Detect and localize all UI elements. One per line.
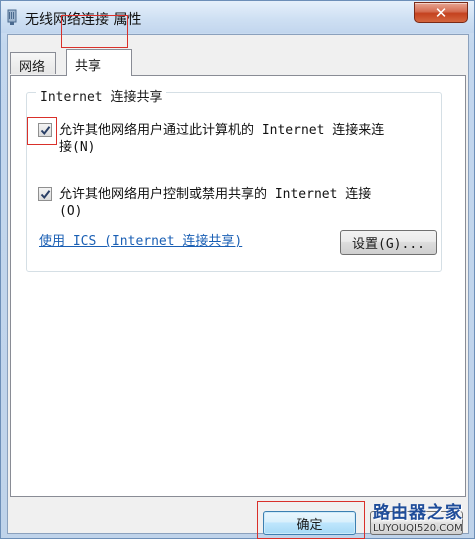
allow-control-label[interactable]: 允许其他网络用户控制或禁用共享的 Internet 连接 (O) [59,186,371,220]
ok-button[interactable]: 确定 [263,511,356,535]
tab-sharing-label: 共享 [75,59,102,74]
settings-button[interactable]: 设置(G)... [340,230,437,255]
ok-button-label: 确定 [296,517,323,533]
ics-group-title: Internet 连接共享 [36,86,167,105]
close-icon: ✕ [434,3,448,22]
dialog-client-area: 网络 共享 Internet 连接共享 [7,34,469,534]
site-watermark: 路由器之家 LUYOUQI520.COM [373,498,473,538]
network-adapter-icon [7,9,17,25]
checkmark-icon [40,189,50,199]
tab-network[interactable]: 网络 [10,52,56,75]
tab-sharing[interactable]: 共享 [66,49,132,76]
allow-connect-label[interactable]: 允许其他网络用户通过此计算机的 Internet 连接来连 接(N) [59,122,384,156]
ics-help-link[interactable]: 使用 ICS (Internet 连接共享) [39,230,242,249]
allow-connect-label-line2: 接(N) [59,140,96,155]
window-title: 无线网络连接 属性 [25,12,142,28]
tab-network-label: 网络 [19,60,46,75]
settings-button-label: 设置(G)... [352,237,425,252]
allow-control-label-line2: (O) [59,204,83,219]
checkmark-icon [40,125,50,135]
close-button[interactable]: ✕ [414,2,468,23]
allow-control-label-line1: 允许其他网络用户控制或禁用共享的 Internet 连接 [59,187,372,202]
properties-window: 无线网络连接 属性 ✕ 网络 共享 Internet 连接共享 允许其他网络用户… [0,0,475,539]
allow-connect-label-line1: 允许其他网络用户通过此计算机的 Internet 连接来连 [59,123,385,138]
watermark-title: 路由器之家 [373,503,463,523]
allow-connect-checkbox[interactable] [38,123,52,137]
title-bar[interactable]: 无线网络连接 属性 ✕ [1,1,474,33]
watermark-url: LUYOUQI520.COM [373,523,463,534]
allow-control-checkbox[interactable] [38,187,52,201]
